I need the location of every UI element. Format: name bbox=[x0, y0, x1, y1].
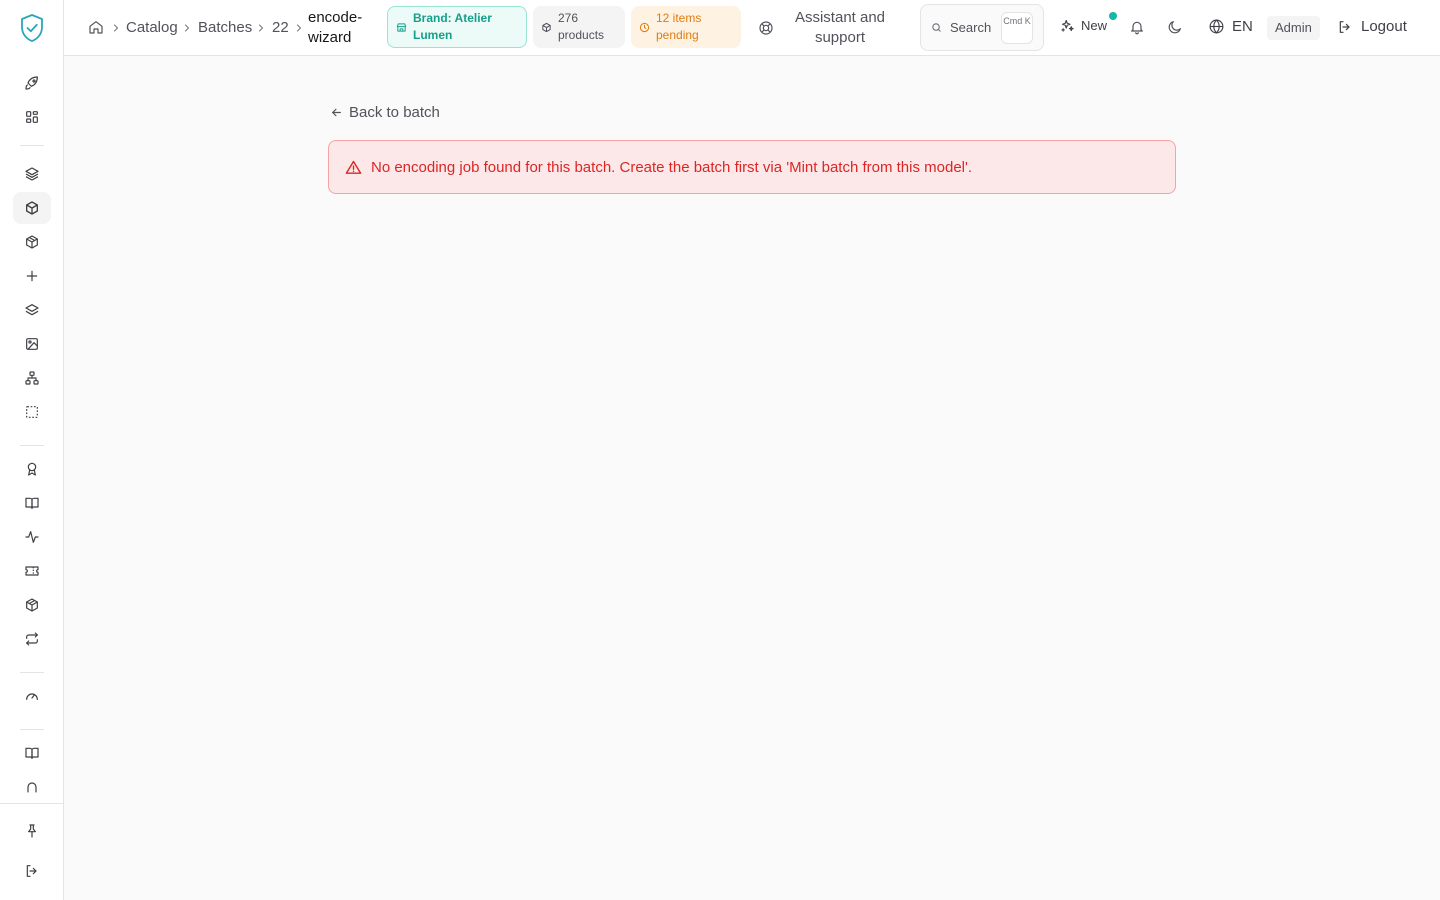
products-count-pill[interactable]: 276 products bbox=[533, 6, 625, 48]
back-to-batch-link[interactable]: Back to batch bbox=[330, 104, 440, 121]
sidebar-footer-divider bbox=[0, 803, 64, 804]
new-indicator-dot bbox=[1109, 12, 1117, 20]
layers-icon[interactable] bbox=[13, 158, 51, 190]
language-switcher[interactable]: EN bbox=[1208, 18, 1253, 35]
top-header: Catalog Batches 22 encode-wizard Brand: … bbox=[64, 0, 1440, 56]
arch-icon[interactable] bbox=[13, 771, 51, 795]
logout-button[interactable]: Logout bbox=[1337, 18, 1407, 35]
sidebar-divider bbox=[20, 445, 44, 446]
search-icon bbox=[932, 23, 941, 32]
assistant-support-link[interactable]: Assistant and support bbox=[790, 8, 890, 48]
dashboard-icon[interactable] bbox=[13, 101, 51, 133]
plus-icon[interactable] bbox=[13, 260, 51, 292]
search-shortcut-badge: Cmd K bbox=[1001, 12, 1033, 44]
breadcrumb-batches[interactable]: Batches bbox=[198, 19, 252, 36]
logout-label: Logout bbox=[1361, 18, 1407, 35]
stack-icon[interactable] bbox=[13, 294, 51, 326]
products-count-label: 276 products bbox=[558, 11, 605, 42]
pending-items-pill[interactable]: 12 items pending bbox=[631, 6, 741, 48]
pin-icon[interactable] bbox=[13, 815, 51, 847]
sidebar-divider bbox=[20, 672, 44, 673]
breadcrumb-current: encode-wizard bbox=[308, 9, 363, 46]
globe-icon bbox=[1209, 19, 1224, 34]
chevron-right-icon bbox=[181, 22, 193, 34]
dashed-square-icon[interactable] bbox=[13, 396, 51, 428]
activity-icon[interactable] bbox=[13, 521, 51, 553]
error-alert: No encoding job found for this batch. Cr… bbox=[328, 140, 1176, 194]
hierarchy-icon[interactable] bbox=[13, 362, 51, 394]
app-logo-shield-icon[interactable] bbox=[18, 12, 46, 44]
sidebar bbox=[0, 0, 64, 900]
new-button[interactable]: New bbox=[1060, 18, 1107, 33]
warning-triangle-icon bbox=[345, 160, 362, 174]
lifebuoy-icon[interactable] bbox=[758, 20, 774, 36]
book-icon[interactable] bbox=[13, 487, 51, 519]
breadcrumb-batch-id[interactable]: 22 bbox=[272, 19, 289, 36]
moon-icon[interactable] bbox=[1167, 19, 1183, 35]
chevron-right-icon bbox=[255, 22, 267, 34]
chevron-right-icon bbox=[110, 22, 122, 34]
ticket-icon[interactable] bbox=[13, 555, 51, 587]
sign-out-icon[interactable] bbox=[13, 855, 51, 887]
new-button-label: New bbox=[1081, 18, 1108, 33]
search-button[interactable]: Search Cmd K bbox=[920, 4, 1044, 51]
bell-icon[interactable] bbox=[1129, 19, 1145, 35]
language-label: EN bbox=[1232, 18, 1253, 35]
role-badge: Admin bbox=[1267, 16, 1320, 40]
search-label: Search bbox=[950, 20, 992, 35]
sparkles-icon bbox=[1061, 19, 1074, 32]
award-icon[interactable] bbox=[13, 453, 51, 485]
brand-pill[interactable]: Brand: Atelier Lumen bbox=[387, 6, 527, 48]
pending-items-label: 12 items pending bbox=[656, 11, 702, 42]
cube-icon bbox=[542, 22, 551, 32]
home-icon[interactable] bbox=[88, 19, 104, 35]
sidebar-divider bbox=[20, 729, 44, 730]
box-icon[interactable] bbox=[13, 192, 51, 224]
clock-icon bbox=[639, 22, 650, 32]
breadcrumb-catalog[interactable]: Catalog bbox=[126, 19, 178, 36]
package-icon[interactable] bbox=[13, 226, 51, 258]
repeat-icon[interactable] bbox=[13, 623, 51, 655]
gauge-icon[interactable] bbox=[13, 680, 51, 712]
logout-icon bbox=[1339, 20, 1350, 33]
box-check-icon[interactable] bbox=[13, 589, 51, 621]
chevron-right-icon bbox=[293, 22, 305, 34]
sidebar-divider bbox=[20, 145, 44, 146]
rocket-icon[interactable] bbox=[13, 67, 51, 99]
arrow-left-icon bbox=[332, 108, 341, 117]
back-link-label: Back to batch bbox=[349, 104, 440, 121]
book-open-icon[interactable] bbox=[13, 737, 51, 769]
image-icon[interactable] bbox=[13, 328, 51, 360]
storefront-icon bbox=[396, 22, 407, 32]
error-alert-message: No encoding job found for this batch. Cr… bbox=[371, 158, 973, 176]
brand-pill-label: Brand: Atelier Lumen bbox=[413, 11, 492, 42]
